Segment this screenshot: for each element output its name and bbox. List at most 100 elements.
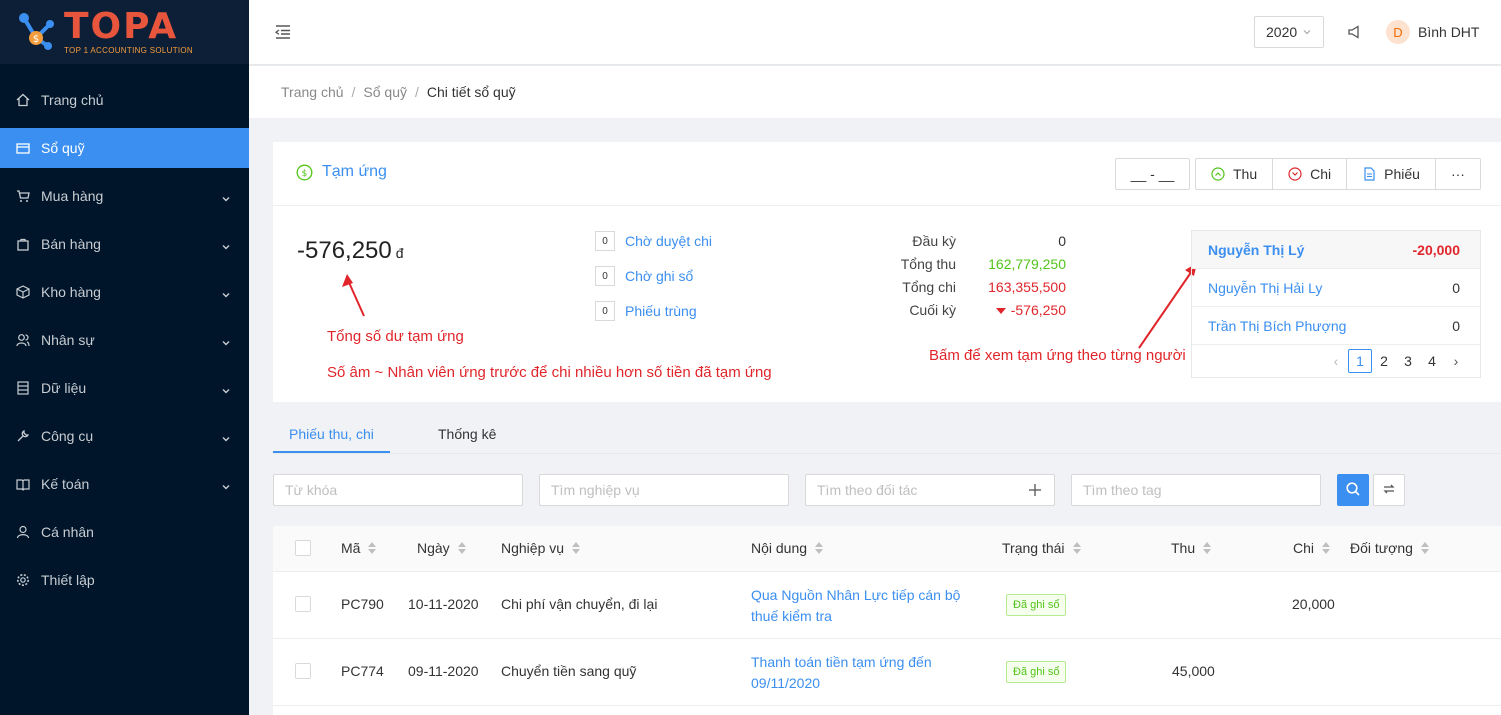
cell-content-link[interactable]: Qua Nguồn Nhân Lực tiếp cán bộ thuế kiểm…	[751, 585, 976, 627]
sort-icon	[457, 542, 466, 554]
cell-content-link[interactable]: Thanh toán tiền tạm ứng đến 09/11/2020	[751, 652, 976, 694]
sort-icon	[1420, 542, 1429, 554]
partner-search-input[interactable]: Tìm theo đối tác	[805, 474, 1055, 506]
column-header-label: Ngày	[417, 540, 450, 556]
list-item[interactable]: Nguyễn Thị Lý -20,000	[1192, 231, 1480, 269]
breadcrumb-item-so-quy[interactable]: Sổ quỹ	[363, 84, 407, 100]
sidebar-item-ke-toan[interactable]: Kế toán	[0, 464, 249, 504]
column-header-target[interactable]: Đối tượng	[1350, 540, 1429, 556]
column-header-label: Chi	[1293, 540, 1315, 556]
keyword-input[interactable]: Từ khóa	[273, 474, 523, 506]
date-range-button[interactable]: __ - __	[1115, 158, 1190, 190]
status-count: 0	[595, 231, 615, 251]
cell-date: 10-11-2020	[408, 596, 479, 612]
column-header-date[interactable]: Ngày	[417, 540, 466, 556]
select-all-checkbox[interactable]	[295, 540, 311, 556]
tab-statistics[interactable]: Thống kê	[438, 426, 496, 442]
transactions-table: Mã Ngày Nghiệp vụ Nội dung Trạng thái Th…	[273, 526, 1501, 715]
row-checkbox[interactable]	[295, 663, 311, 679]
document-icon	[1362, 167, 1376, 181]
tool-icon	[16, 429, 30, 443]
thu-button[interactable]: Thu	[1196, 159, 1274, 189]
phieu-button-label: Phiếu	[1384, 166, 1420, 182]
sidebar-item-mua-hang[interactable]: Mua hàng	[0, 176, 249, 216]
tag-search-input[interactable]: Tìm theo tag	[1071, 474, 1321, 506]
sidebar-item-label: Dữ liệu	[41, 380, 87, 396]
menu-fold-icon[interactable]	[274, 23, 292, 41]
sidebar-item-ban-hang[interactable]: Bán hàng	[0, 224, 249, 264]
logo-text: TOPA	[64, 6, 179, 47]
sidebar-item-label: Thiết lập	[41, 572, 95, 588]
search-icon	[1345, 481, 1361, 500]
more-button[interactable]: ···	[1436, 159, 1480, 189]
user-menu[interactable]: D Bình DHT	[1386, 20, 1479, 44]
phieu-button[interactable]: Phiếu	[1347, 159, 1436, 189]
sort-icon	[1322, 542, 1331, 554]
list-item[interactable]: Nguyễn Thị Hải Ly 0	[1192, 269, 1480, 307]
row-checkbox[interactable]	[295, 596, 311, 612]
cell-out: 20,000	[1292, 596, 1335, 612]
year-select[interactable]: 2020	[1254, 16, 1324, 48]
keyword-input-placeholder: Từ khóa	[285, 482, 338, 498]
sidebar-item-trang-chu[interactable]: Trang chủ	[0, 80, 249, 120]
card-title: $ Tạm ứng	[296, 163, 387, 181]
chevron-down-icon	[1302, 24, 1312, 40]
summary-label: Tổng thu	[900, 256, 956, 272]
column-header-status[interactable]: Trạng thái	[1002, 540, 1081, 556]
chevron-down-icon	[221, 287, 231, 298]
chi-button-label: Chi	[1310, 166, 1332, 182]
summary-value: -576,250	[1010, 302, 1066, 318]
column-header-content[interactable]: Nội dung	[751, 540, 824, 556]
search-button[interactable]	[1337, 474, 1369, 506]
operation-search-input[interactable]: Tìm nghiệp vụ	[539, 474, 789, 506]
summary-value-wrap: -576,250	[995, 301, 1066, 324]
sidebar-item-kho-hang[interactable]: Kho hàng	[0, 272, 249, 312]
sidebar-item-label: Trang chủ	[41, 92, 104, 108]
sort-icon	[572, 542, 581, 554]
status-pending-approval[interactable]: 0 Chờ duyệt chi	[595, 231, 712, 251]
plus-icon[interactable]	[1028, 483, 1042, 497]
reset-button[interactable]	[1373, 474, 1405, 506]
cell-code[interactable]: PC774	[341, 663, 384, 679]
pagination-next-button[interactable]: ›	[1444, 349, 1468, 373]
wallet-icon	[16, 141, 30, 155]
status-link[interactable]: Chờ ghi sổ	[625, 268, 693, 284]
pagination-page-3[interactable]: 3	[1396, 349, 1420, 373]
column-header-code[interactable]: Mã	[341, 540, 377, 556]
pagination-prev-button[interactable]: ‹	[1324, 349, 1348, 373]
status-link[interactable]: Chờ duyệt chi	[625, 233, 712, 249]
sidebar-item-ca-nhan[interactable]: Cá nhân	[0, 512, 249, 552]
status-link[interactable]: Phiếu trùng	[625, 303, 697, 319]
sidebar-item-nhan-su[interactable]: Nhân sự	[0, 320, 249, 360]
sidebar-menu: Trang chủ Sổ quỹ Mua hàng Bán hàng Kho h…	[0, 80, 249, 600]
column-header-out[interactable]: Chi	[1293, 540, 1331, 556]
sidebar-item-thiet-lap[interactable]: Thiết lập	[0, 560, 249, 600]
sidebar-item-cong-cu[interactable]: Công cụ	[0, 416, 249, 456]
chevron-down-icon	[221, 383, 231, 394]
pagination-page-4[interactable]: 4	[1420, 349, 1444, 373]
logo[interactable]: $ TOPA TOP 1 ACCOUNTING SOLUTION	[0, 0, 249, 64]
sidebar-item-du-lieu[interactable]: Dữ liệu	[0, 368, 249, 408]
summary-label: Đầu kỳ	[912, 233, 956, 249]
pagination-page-1[interactable]: 1	[1348, 349, 1372, 373]
chi-button[interactable]: Chi	[1273, 159, 1348, 189]
status-duplicate[interactable]: 0 Phiếu trùng	[595, 301, 712, 321]
table-row[interactable]: PC774 09-11-2020 Chuyển tiền sang quỹ Th…	[273, 639, 1501, 706]
notification-icon[interactable]	[1347, 24, 1363, 40]
sidebar-item-so-quy[interactable]: Sổ quỹ	[0, 128, 249, 168]
column-header-in[interactable]: Thu	[1171, 540, 1212, 556]
sidebar-item-label: Sổ quỹ	[41, 140, 85, 156]
tag-input-placeholder: Tìm theo tag	[1083, 482, 1162, 498]
list-item[interactable]: Trần Thị Bích Phượng 0	[1192, 307, 1480, 345]
sidebar-item-label: Kế toán	[41, 476, 90, 492]
breadcrumb-item-home[interactable]: Trang chủ	[281, 84, 344, 100]
status-badge: Đã ghi sổ	[1006, 594, 1067, 616]
cell-code[interactable]: PC790	[341, 596, 384, 612]
column-header-operation[interactable]: Nghiệp vụ	[501, 540, 581, 556]
tab-receipts[interactable]: Phiếu thu, chi	[289, 426, 374, 442]
status-pending-post[interactable]: 0 Chờ ghi sổ	[595, 266, 712, 286]
person-name: Nguyễn Thị Lý	[1208, 241, 1305, 258]
table-row[interactable]: PC790 10-11-2020 Chi phí vận chuyển, đi …	[273, 572, 1501, 639]
pagination-page-2[interactable]: 2	[1372, 349, 1396, 373]
fund-detail-card: $ Tạm ứng __ - __ Thu Chi Phiếu ··· -576…	[273, 142, 1501, 402]
